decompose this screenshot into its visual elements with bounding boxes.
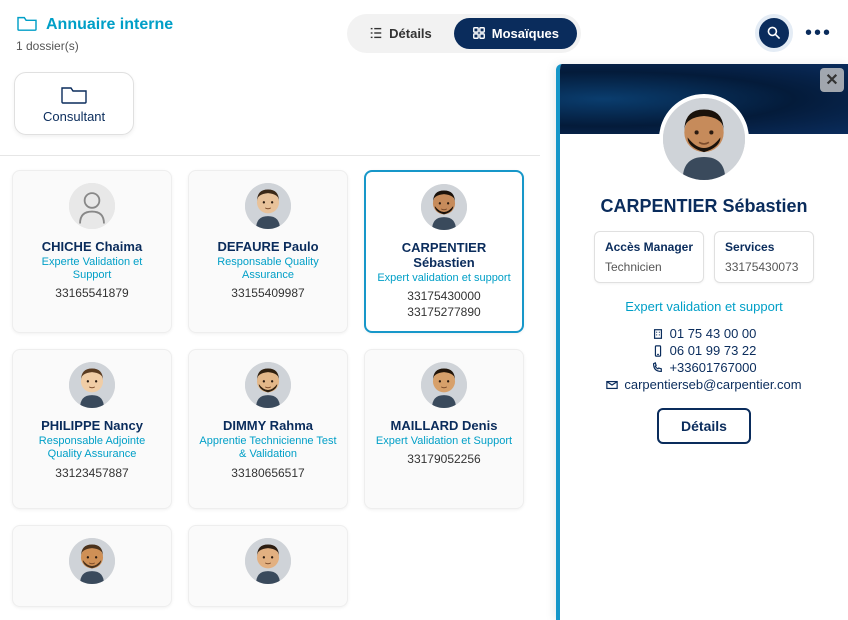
- avatar: [69, 183, 115, 229]
- panel-avatar: [659, 94, 749, 184]
- mail-icon: [606, 379, 618, 391]
- folder-count: 1 dossier(s): [16, 39, 173, 53]
- card-name: CARPENTIER Sébastien: [374, 240, 514, 270]
- contact-phone-mobile[interactable]: 06 01 99 73 22: [574, 343, 834, 358]
- person-card[interactable]: CARPENTIER Sébastien Expert validation et…: [364, 170, 524, 333]
- contact-phone-office-value: 01 75 43 00 00: [670, 326, 757, 341]
- person-card[interactable]: MAILLARD Denis Expert Validation et Suppo…: [364, 349, 524, 509]
- person-card[interactable]: DIMMY Rahma Apprentie Technicienne Test &…: [188, 349, 348, 509]
- contact-phone-intl[interactable]: +33601767000: [574, 360, 834, 375]
- card-name: DIMMY Rahma: [223, 418, 313, 433]
- search-button[interactable]: [755, 14, 793, 52]
- page-title: Annuaire interne: [46, 16, 173, 34]
- filter-chip-consultant[interactable]: Consultant: [14, 72, 134, 135]
- close-icon: ✕: [825, 70, 838, 90]
- avatar: [245, 362, 291, 408]
- card-phone: 33165541879: [55, 286, 128, 300]
- card-name: MAILLARD Denis: [391, 418, 498, 433]
- panel-details-button[interactable]: Détails: [657, 408, 751, 444]
- view-details-label: Détails: [389, 26, 432, 41]
- avatar: [245, 538, 291, 584]
- cards-grid: CHICHE Chaima Experte Validation et Suppo…: [12, 170, 540, 607]
- card-name: PHILIPPE Nancy: [41, 418, 143, 433]
- card-phone: 33123457887: [55, 466, 128, 480]
- info-box-access-value: Technicien: [605, 260, 693, 274]
- panel-name: CARPENTIER Sébastien: [574, 196, 834, 217]
- topbar-left: Annuaire interne 1 dossier(s): [16, 14, 173, 53]
- building-icon: [652, 328, 664, 340]
- avatar: [245, 183, 291, 229]
- card-role: Responsable Quality Assurance: [197, 256, 339, 282]
- view-mosaic-label: Mosaïques: [492, 26, 559, 41]
- panel-role: Expert validation et support: [574, 299, 834, 314]
- body-area: Consultant CHICHE Chaima Experte Validati…: [0, 56, 848, 620]
- card-role: Experte Validation et Support: [21, 256, 163, 282]
- card-role: Expert Validation et Support: [376, 435, 512, 448]
- card-role: Expert validation et support: [377, 272, 510, 285]
- card-role: Responsable Adjointe Quality Assurance: [21, 435, 163, 461]
- person-card[interactable]: DEFAURE Paulo Responsable Quality Assuran…: [188, 170, 348, 333]
- detail-panel: ✕ CARPENTIER Sébastien Accès Manager Tec…: [556, 64, 848, 620]
- contact-email-value: carpentierseb@carpentier.com: [624, 377, 801, 392]
- mobile-icon: [652, 345, 664, 357]
- more-options-button[interactable]: •••: [805, 22, 832, 45]
- contact-phone-mobile-value: 06 01 99 73 22: [670, 343, 757, 358]
- info-box-access: Accès Manager Technicien: [594, 231, 704, 283]
- info-box-services-value: 33175430073: [725, 260, 803, 274]
- topbar: Annuaire interne 1 dossier(s) Détails Mo…: [0, 0, 848, 56]
- person-card[interactable]: PHILIPPE Nancy Responsable Adjointe Quali…: [12, 349, 172, 509]
- info-box-services: Services 33175430073: [714, 231, 814, 283]
- avatar: [69, 362, 115, 408]
- view-details-toggle[interactable]: Détails: [351, 18, 450, 49]
- card-phone: 33175430000: [407, 289, 480, 303]
- folder-icon: [16, 14, 38, 37]
- contact-phone-office[interactable]: 01 75 43 00 00: [574, 326, 834, 341]
- card-phone: 33179052256: [407, 452, 480, 466]
- filter-chip-label: Consultant: [43, 109, 105, 124]
- view-mosaic-toggle[interactable]: Mosaïques: [454, 18, 577, 49]
- card-name: DEFAURE Paulo: [217, 239, 318, 254]
- view-toggle-group: Détails Mosaïques: [347, 14, 581, 53]
- page-title-row: Annuaire interne: [16, 14, 173, 37]
- card-phone: 33180656517: [231, 466, 304, 480]
- info-boxes: Accès Manager Technicien Services 331754…: [574, 231, 834, 283]
- card-phone: 33175277890: [407, 305, 480, 319]
- avatar: [421, 362, 467, 408]
- info-box-access-label: Accès Manager: [605, 240, 693, 254]
- info-box-services-label: Services: [725, 240, 803, 254]
- panel-close-button[interactable]: ✕: [820, 68, 844, 92]
- panel-header: ✕: [560, 64, 848, 134]
- topbar-right: •••: [755, 14, 832, 52]
- person-card[interactable]: [12, 525, 172, 607]
- card-phone: 33155409987: [231, 286, 304, 300]
- phone-icon: [651, 362, 663, 374]
- main-column[interactable]: Consultant CHICHE Chaima Experte Validati…: [0, 56, 540, 620]
- contact-email[interactable]: carpentierseb@carpentier.com: [574, 377, 834, 392]
- person-card[interactable]: CHICHE Chaima Experte Validation et Suppo…: [12, 170, 172, 333]
- person-card[interactable]: [188, 525, 348, 607]
- avatar: [69, 538, 115, 584]
- card-name: CHICHE Chaima: [42, 239, 142, 254]
- contact-phone-intl-value: +33601767000: [669, 360, 756, 375]
- card-role: Apprentie Technicienne Test & Validation: [197, 435, 339, 461]
- divider: [0, 155, 540, 156]
- avatar: [421, 184, 467, 230]
